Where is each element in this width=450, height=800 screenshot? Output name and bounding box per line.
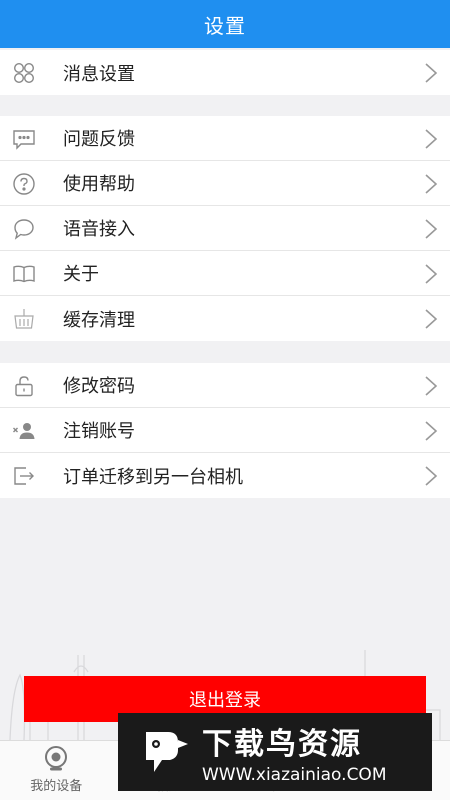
help-icon [12, 172, 36, 196]
feedback-icon [12, 127, 36, 151]
settings-group-notifications: 消息设置 [0, 50, 450, 95]
settings-item-clear-cache[interactable]: 缓存清理 [0, 296, 450, 341]
settings-item-label: 关于 [63, 264, 99, 285]
settings-item-label: 语音接入 [63, 219, 135, 240]
page-title: 设置 [204, 13, 246, 38]
book-icon [12, 262, 36, 286]
chevron-right-icon [425, 129, 438, 149]
settings-item-label: 使用帮助 [63, 174, 135, 195]
tab-label: 我的设备 [30, 779, 83, 794]
settings-item-voice-access[interactable]: 语音接入 [0, 206, 450, 251]
chat-bubble-icon [12, 217, 36, 241]
chevron-right-icon [425, 63, 438, 83]
watermark-title: 下载鸟资源 [202, 727, 362, 762]
chevron-right-icon [425, 174, 438, 194]
clover-icon [12, 61, 36, 85]
settings-item-about[interactable]: 关于 [0, 251, 450, 296]
settings-item-label: 修改密码 [63, 376, 135, 397]
settings-item-delete-account[interactable]: 注销账号 [0, 408, 450, 453]
tab-my-devices[interactable]: 我的设备 [0, 741, 113, 800]
settings-item-feedback[interactable]: 问题反馈 [0, 116, 450, 161]
camera-icon [45, 746, 68, 771]
remove-user-icon [12, 419, 36, 443]
chevron-right-icon [425, 219, 438, 239]
bird-logo-icon [146, 732, 188, 772]
chevron-right-icon [425, 466, 438, 486]
settings-item-label: 缓存清理 [63, 309, 135, 331]
lock-icon [12, 374, 36, 398]
settings-group-support: 问题反馈 使用帮助 语音接入 关于 缓存清理 [0, 116, 450, 341]
settings-item-label: 注销账号 [63, 421, 135, 442]
settings-group-account: 修改密码 注销账号 订单迁移到另一台相机 [0, 363, 450, 498]
settings-item-label: 问题反馈 [63, 129, 135, 150]
chevron-right-icon [425, 309, 438, 329]
settings-item-change-password[interactable]: 修改密码 [0, 363, 450, 408]
settings-item-label: 消息设置 [63, 63, 135, 85]
watermark-url: WWW.xiazainiao.COM [202, 765, 387, 785]
transfer-icon [12, 464, 36, 488]
chevron-right-icon [425, 421, 438, 441]
settings-item-help[interactable]: 使用帮助 [0, 161, 450, 206]
settings-item-message-settings[interactable]: 消息设置 [0, 50, 450, 95]
watermark-banner: 下载鸟资源 WWW.xiazainiao.COM [118, 713, 432, 791]
chevron-right-icon [425, 376, 438, 396]
settings-item-transfer-orders[interactable]: 订单迁移到另一台相机 [0, 453, 450, 498]
header-bar: 设置 [0, 0, 450, 48]
settings-item-label: 订单迁移到另一台相机 [63, 466, 243, 488]
basket-icon [12, 307, 36, 331]
chevron-right-icon [425, 264, 438, 284]
